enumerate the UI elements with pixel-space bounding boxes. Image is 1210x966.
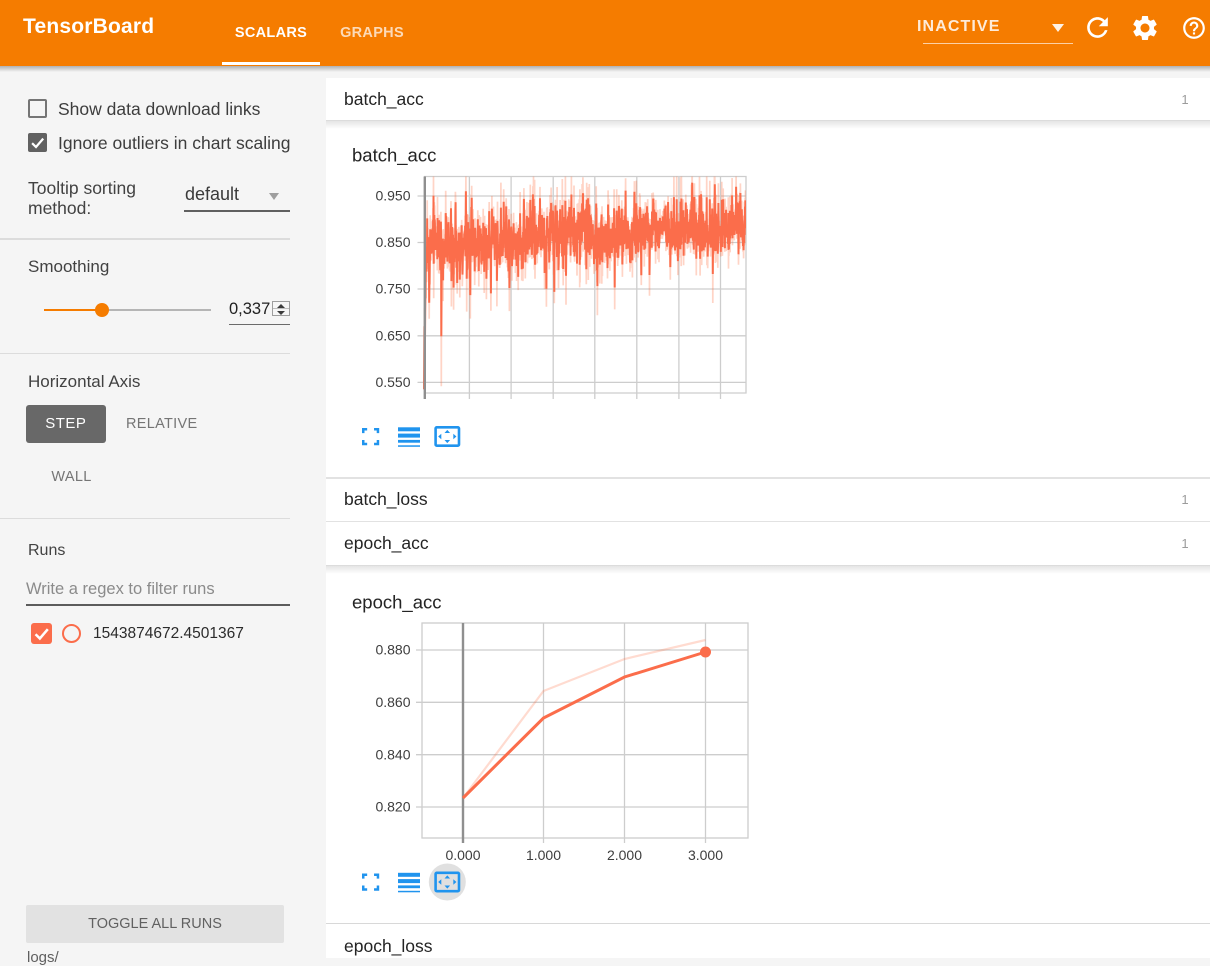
- svg-text:0.840: 0.840: [375, 746, 410, 762]
- svg-text:0.950: 0.950: [375, 188, 410, 204]
- svg-text:epoch_acc: epoch_acc: [352, 592, 441, 614]
- svg-text:batch_acc: batch_acc: [352, 145, 436, 167]
- svg-text:1.000: 1.000: [526, 847, 561, 863]
- svg-text:2.000: 2.000: [607, 847, 642, 863]
- svg-text:0.850: 0.850: [375, 234, 410, 250]
- svg-text:0.880: 0.880: [375, 642, 410, 658]
- svg-text:0.860: 0.860: [375, 694, 410, 710]
- svg-text:0.750: 0.750: [375, 281, 410, 297]
- svg-text:0.550: 0.550: [375, 374, 410, 390]
- svg-text:0.820: 0.820: [375, 799, 410, 815]
- svg-text:0.000: 0.000: [445, 847, 480, 863]
- svg-text:0.650: 0.650: [375, 328, 410, 344]
- svg-text:3.000: 3.000: [688, 847, 723, 863]
